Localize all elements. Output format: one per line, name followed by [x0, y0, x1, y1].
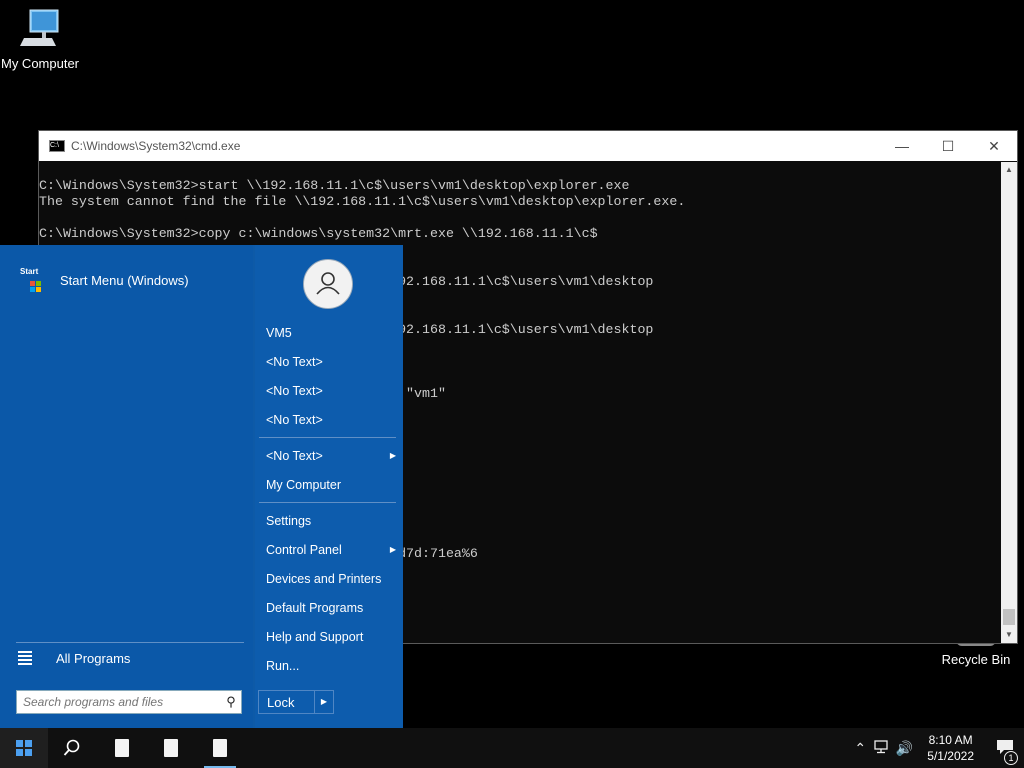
- cmd-scrollbar[interactable]: ▲ ▼: [1001, 162, 1017, 643]
- lock-label: Lock: [267, 694, 295, 710]
- submenu-arrow-icon: ▶: [389, 451, 396, 460]
- submenu-arrow-icon: ▶: [389, 545, 396, 554]
- document-icon: [213, 739, 227, 757]
- system-tray: ⌃ 🔊 8:10 AM 5/1/2022 1: [849, 728, 1024, 768]
- scroll-down-icon[interactable]: ▼: [1001, 627, 1017, 643]
- start-item-label: <No Text>: [266, 413, 323, 427]
- start-button[interactable]: [0, 728, 48, 768]
- start-item-label: Control Panel: [266, 543, 342, 557]
- start-item-no-text-submenu[interactable]: <No Text> ▶: [266, 446, 396, 466]
- document-icon: [115, 739, 129, 757]
- console-line: The system cannot find the file \\192.16…: [39, 194, 686, 209]
- cmd-title-bar[interactable]: C:\ C:\Windows\System32\cmd.exe — ☐ ✕: [39, 131, 1017, 161]
- search-icon: [63, 739, 80, 756]
- clock[interactable]: 8:10 AM 5/1/2022: [915, 732, 986, 764]
- search-box[interactable]: ⚲: [16, 690, 242, 714]
- start-item-label: <No Text>: [266, 384, 323, 398]
- notification-icon[interactable]: 1: [986, 739, 1024, 765]
- user-avatar[interactable]: [303, 259, 353, 309]
- network-icon[interactable]: [871, 739, 893, 757]
- start-item-my-computer[interactable]: My Computer: [266, 475, 396, 495]
- minimize-icon[interactable]: —: [879, 138, 925, 154]
- start-menu: Start Start Menu (Windows) All Programs …: [0, 245, 403, 728]
- taskbar-app-1[interactable]: [98, 728, 146, 768]
- lock-options-arrow-icon[interactable]: ▶: [314, 691, 333, 713]
- start-item-help-and-support[interactable]: Help and Support: [266, 627, 396, 647]
- start-item-label: <No Text>: [266, 355, 323, 369]
- recycle-bin-desktop-icon[interactable]: Recycle Bin: [936, 640, 1016, 667]
- start-item-label: Settings: [266, 514, 312, 528]
- start-item-no-text-3[interactable]: <No Text>: [266, 410, 396, 430]
- my-computer-desktop-icon[interactable]: My Computer: [0, 8, 80, 71]
- close-icon[interactable]: ✕: [971, 138, 1017, 155]
- divider: [259, 437, 396, 438]
- start-item-label: <No Text>: [266, 449, 323, 463]
- console-line: C:\Windows\System32>copy c:\windows\syst…: [39, 226, 598, 241]
- windows-logo-icon: [16, 740, 32, 756]
- start-item-devices-and-printers[interactable]: Devices and Printers: [266, 569, 396, 589]
- lock-button[interactable]: Lock ▶: [258, 690, 334, 714]
- list-icon: [18, 649, 32, 667]
- taskbar-app-3-active[interactable]: [196, 728, 244, 768]
- maximize-icon[interactable]: ☐: [925, 138, 971, 155]
- start-item-control-panel[interactable]: Control Panel ▶: [266, 540, 396, 560]
- start-menu-app-tile-text: Start: [20, 267, 39, 276]
- start-menu-left-pane: Start Start Menu (Windows) All Programs …: [0, 245, 253, 728]
- start-item-no-text-2[interactable]: <No Text>: [266, 381, 396, 401]
- recycle-bin-label: Recycle Bin: [941, 652, 1011, 667]
- user-icon: [316, 272, 340, 295]
- clock-time: 8:10 AM: [928, 733, 973, 747]
- taskbar: ⌃ 🔊 8:10 AM 5/1/2022 1: [0, 728, 1024, 768]
- start-item-no-text-1[interactable]: <No Text>: [266, 352, 396, 372]
- start-item-label: Run...: [266, 659, 300, 673]
- start-item-default-programs[interactable]: Default Programs: [266, 598, 396, 618]
- all-programs-button[interactable]: All Programs: [18, 649, 130, 667]
- start-item-label: My Computer: [266, 478, 342, 492]
- taskbar-search-button[interactable]: [48, 728, 96, 768]
- cmd-app-icon: C:\: [49, 140, 65, 152]
- scrollbar-thumb[interactable]: [1003, 609, 1015, 625]
- chevron-up-icon[interactable]: ⌃: [849, 740, 871, 757]
- start-menu-app-label: Start Menu (Windows): [60, 272, 189, 288]
- divider: [259, 502, 396, 503]
- cmd-window-title: C:\Windows\System32\cmd.exe: [71, 139, 241, 153]
- document-icon: [164, 739, 178, 757]
- search-input[interactable]: [17, 691, 221, 713]
- start-menu-right-pane: VM5 <No Text> <No Text> <No Text> <No Te…: [255, 245, 403, 728]
- start-item-label: Devices and Printers: [266, 572, 382, 586]
- my-computer-label: My Computer: [0, 56, 80, 71]
- start-item-settings[interactable]: Settings: [266, 511, 396, 531]
- start-menu-app-icon: Start: [16, 263, 50, 297]
- start-item-user-vm5[interactable]: VM5: [266, 323, 396, 343]
- taskbar-app-2[interactable]: [147, 728, 195, 768]
- start-item-label: Help and Support: [266, 630, 364, 644]
- volume-icon[interactable]: 🔊: [893, 740, 915, 757]
- scroll-up-icon[interactable]: ▲: [1001, 162, 1017, 178]
- all-programs-label: All Programs: [56, 650, 131, 666]
- divider: [16, 642, 244, 643]
- start-item-label: VM5: [266, 326, 292, 340]
- console-line: C:\Windows\System32>start \\192.168.11.1…: [39, 178, 630, 193]
- start-item-label: Default Programs: [266, 601, 364, 615]
- notification-count: 1: [1004, 750, 1018, 765]
- clock-date: 5/1/2022: [927, 749, 974, 763]
- computer-icon: [18, 8, 62, 54]
- search-icon[interactable]: ⚲: [221, 694, 241, 710]
- start-menu-windows-app[interactable]: Start Start Menu (Windows): [16, 263, 189, 297]
- start-item-run[interactable]: Run...: [266, 656, 396, 676]
